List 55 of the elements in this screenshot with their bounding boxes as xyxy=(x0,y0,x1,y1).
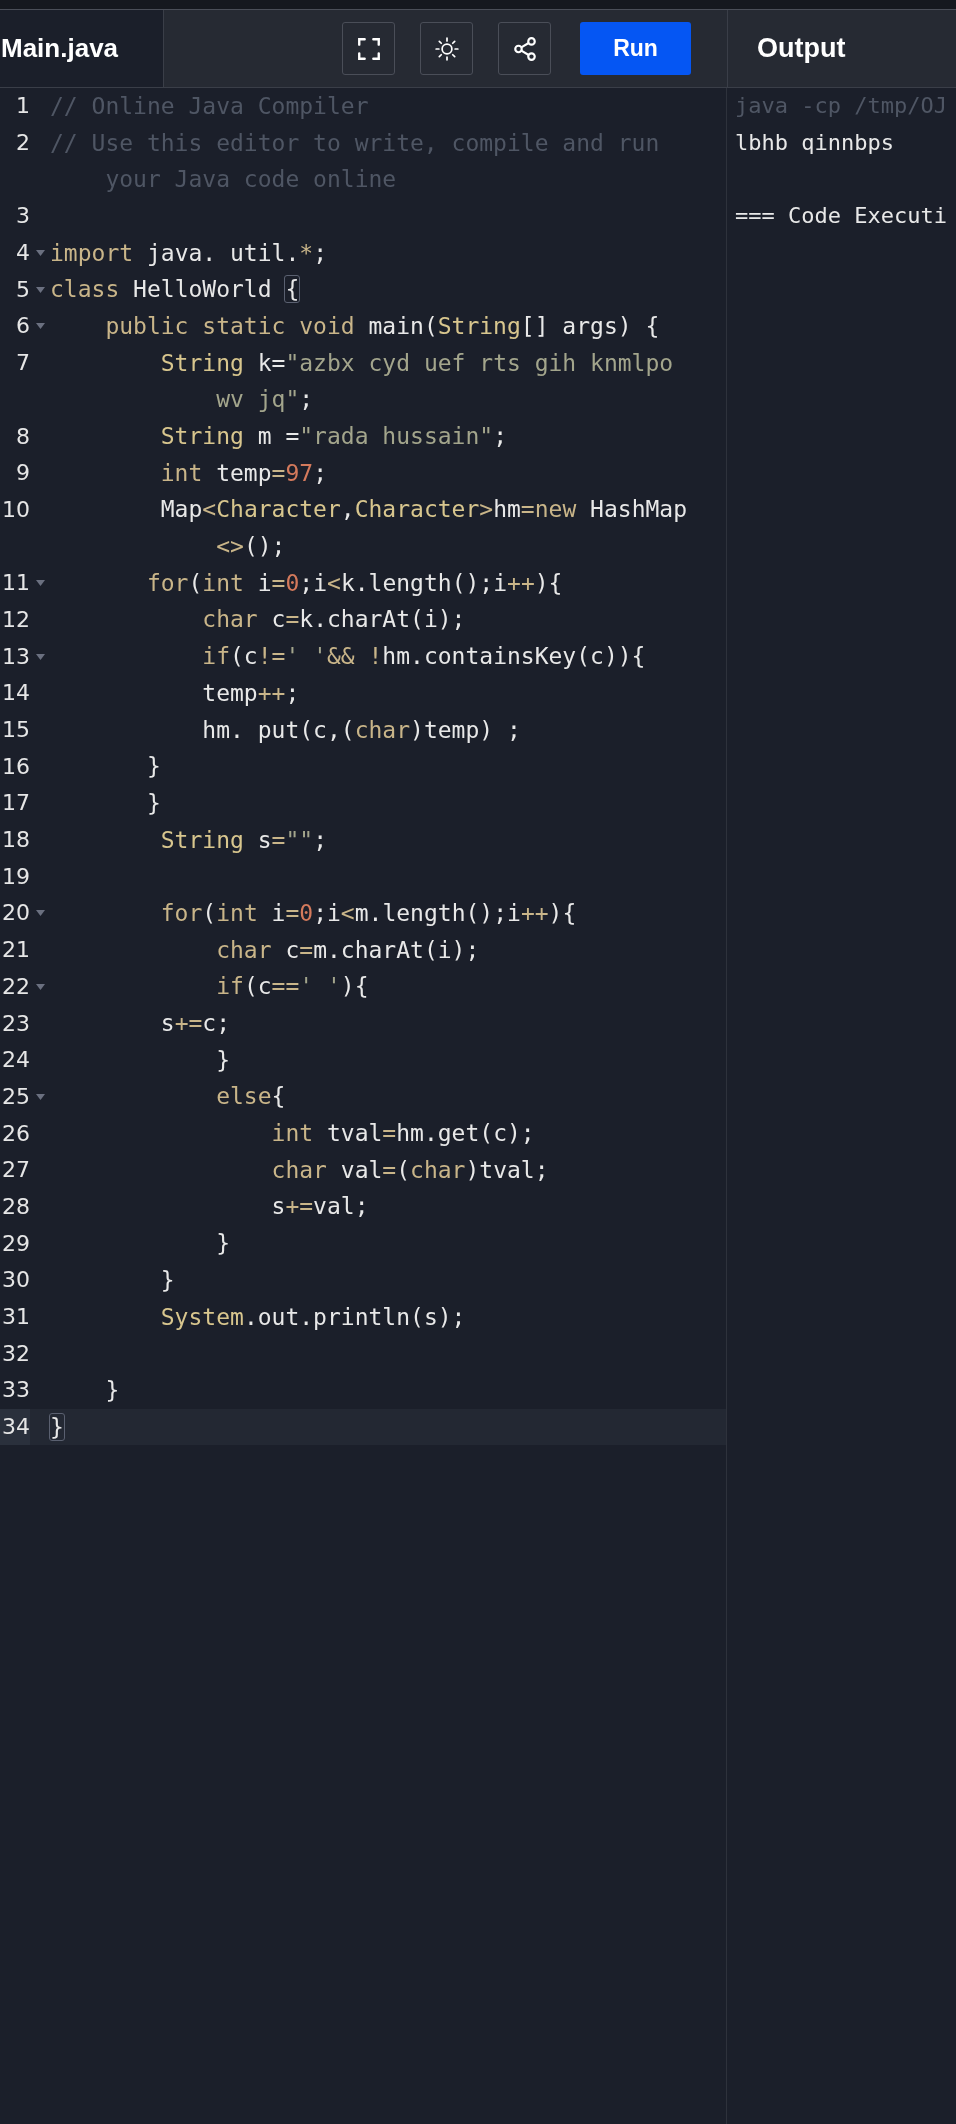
file-tab[interactable]: Main.java xyxy=(0,10,164,87)
fullscreen-button[interactable] xyxy=(342,22,395,75)
code-text: String k="azbx cyd uef rts gih knmlpo xyxy=(159,351,674,375)
fold-caret-icon[interactable] xyxy=(35,1093,45,1100)
code-text: class HelloWorld { xyxy=(50,278,300,302)
fold-caret-icon[interactable] xyxy=(35,323,45,330)
code-text: } xyxy=(145,755,161,779)
fold-caret-icon[interactable] xyxy=(35,580,45,587)
fold-caret-icon[interactable] xyxy=(35,983,45,990)
code-text: String m ="rada hussain"; xyxy=(159,425,507,449)
code-text: public static void main(String[] args) { xyxy=(104,314,660,338)
code-text: your Java code online xyxy=(104,168,397,192)
code-text: hm. put(c,(char)temp) ; xyxy=(201,718,521,742)
code-text: String s=""; xyxy=(159,828,327,852)
code-text: if(c!=' '&& !hm.containsKey(c)){ xyxy=(201,645,646,669)
code-text: char c=m.charAt(i); xyxy=(215,938,480,962)
code-text: wv jq"; xyxy=(215,388,314,412)
fullscreen-icon xyxy=(355,35,382,62)
run-button[interactable]: Run xyxy=(580,22,691,75)
fold-caret-icon[interactable] xyxy=(35,250,45,257)
code-text: } xyxy=(104,1378,120,1402)
code-text: } xyxy=(215,1232,230,1256)
code-text: Map<Character,Character>hm=new HashMap xyxy=(159,498,688,522)
sun-icon xyxy=(433,35,460,62)
theme-button[interactable] xyxy=(420,22,473,75)
code-text: else{ xyxy=(215,1085,286,1109)
code-text: // Online Java Compiler xyxy=(50,94,369,118)
status-text: === Code Executi xyxy=(735,205,947,228)
command-text: java -cp /tmp/OJ xyxy=(735,95,947,118)
code-text: if(c==' '){ xyxy=(215,975,369,999)
code-text: for(int i=0;i<k.length();i++){ xyxy=(145,571,563,595)
line-number: 34 xyxy=(0,1408,30,1446)
code-text: s+=c; xyxy=(159,1012,231,1036)
fold-caret-icon[interactable] xyxy=(35,910,45,917)
fold-caret-icon[interactable] xyxy=(35,653,45,660)
output-text: lbhb qinnbps xyxy=(735,132,894,155)
code-text: } xyxy=(215,1048,230,1072)
share-button[interactable] xyxy=(498,22,551,75)
fold-caret-icon[interactable] xyxy=(35,286,45,293)
code-text: // Use this editor to write, compile and run xyxy=(50,131,660,155)
output-title: Output xyxy=(757,32,846,66)
share-icon xyxy=(511,35,538,62)
code-text: temp++; xyxy=(201,681,300,705)
code-text: char val=(char)tval; xyxy=(270,1158,549,1182)
code-text: import java. util.*; xyxy=(50,241,327,265)
code-text: for(int i=0;i<m.length();i++){ xyxy=(159,901,577,925)
code-text: System.out.println(s); xyxy=(159,1305,466,1329)
code-text: } xyxy=(145,791,161,815)
code-text: } xyxy=(50,1415,64,1439)
code-text: } xyxy=(159,1268,175,1292)
code-text: char c=k.charAt(i); xyxy=(201,608,466,632)
code-text: int tval=hm.get(c); xyxy=(270,1122,535,1146)
code-text: <>(); xyxy=(215,535,286,559)
code-text: int temp=97; xyxy=(159,461,327,485)
code-text: s+=val; xyxy=(270,1195,369,1219)
